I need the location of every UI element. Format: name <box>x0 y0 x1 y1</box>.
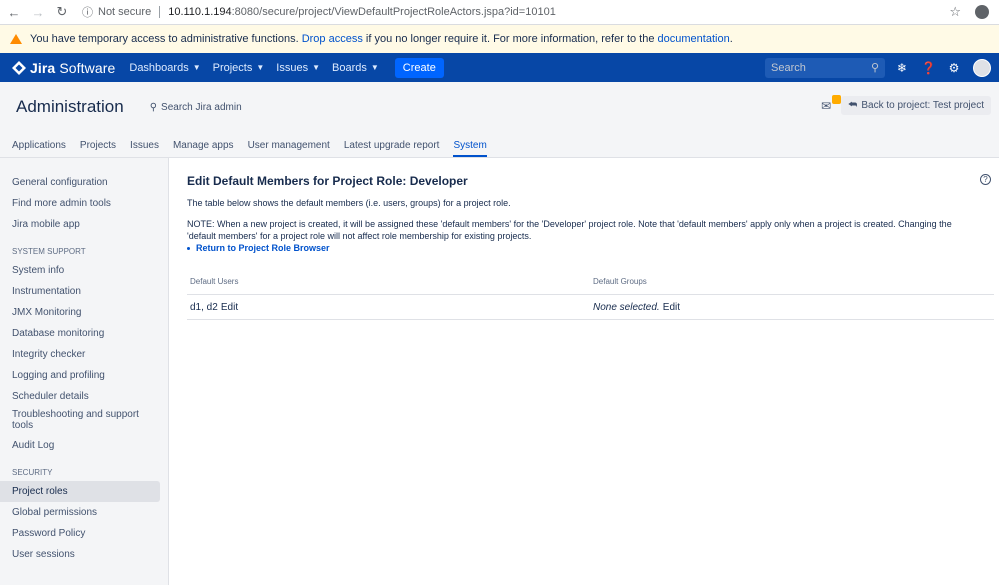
sidebar-item-troubleshooting[interactable]: Troubleshooting and support tools <box>0 407 160 435</box>
nav-projects[interactable]: Projects ▼ <box>213 62 265 74</box>
tab-manage-apps[interactable]: Manage apps <box>173 140 234 157</box>
sidebar-item-find-more-admin-tools[interactable]: Find more admin tools <box>0 193 160 214</box>
chevron-down-icon: ▼ <box>312 63 321 72</box>
sidebar-item-global-permissions[interactable]: Global permissions <box>0 502 160 523</box>
browser-profile-icon[interactable] <box>975 5 989 19</box>
default-groups-value: None selected. <box>593 302 660 313</box>
sidebar-item-system-info[interactable]: System info <box>0 260 160 281</box>
banner-text-middle: if you no longer require it. For more in… <box>365 33 655 45</box>
search-input[interactable]: Search ⚲ <box>765 57 885 78</box>
back-arrow-icon[interactable]: ← <box>6 4 22 20</box>
back-to-project-button[interactable]: ⮪ Back to project: Test project <box>841 96 991 115</box>
warning-icon <box>10 34 22 44</box>
sidebar-item-integrity-checker[interactable]: Integrity checker <box>0 344 160 365</box>
search-icon: ⚲ <box>149 101 158 113</box>
browser-toolbar: ← → ↻ ⓘ Not secure 10.110.1.194:8080/sec… <box>0 0 999 25</box>
search-icon: ⚲ <box>870 62 879 74</box>
sidebar-item-logging-and-profiling[interactable]: Logging and profiling <box>0 365 160 386</box>
tab-system[interactable]: System <box>453 140 487 157</box>
not-secure-label: Not secure <box>98 6 152 18</box>
chevron-down-icon: ▼ <box>370 63 379 72</box>
sidebar-item-project-roles[interactable]: Project roles <box>0 481 160 502</box>
sidebar-item-general-configuration[interactable]: General configuration <box>0 172 160 193</box>
table-row: d1, d2 Edit None selected. Edit <box>187 295 994 320</box>
chevron-down-icon: ▼ <box>256 63 265 72</box>
col-default-groups: Default Groups <box>593 277 647 286</box>
tab-applications[interactable]: Applications <box>12 140 66 157</box>
jira-logo-icon <box>12 60 26 75</box>
bookmark-star-icon[interactable]: ☆ <box>949 4 961 20</box>
drop-access-link[interactable]: Drop access <box>302 33 363 45</box>
documentation-link[interactable]: documentation <box>658 33 730 45</box>
nav-issues[interactable]: Issues ▼ <box>276 62 320 74</box>
create-button[interactable]: Create <box>394 57 444 78</box>
sidebar-item-audit-log[interactable]: Audit Log <box>0 435 160 456</box>
info-icon[interactable]: ⓘ <box>82 4 93 20</box>
admin-header: Administration ⚲ Search Jira admin ✉ ⮪ Ba… <box>0 82 999 132</box>
help-icon[interactable]: ❓ <box>921 61 936 75</box>
admin-search[interactable]: ⚲ Search Jira admin <box>150 102 242 113</box>
top-navigation: Jira Software Dashboards ▼ Projects ▼ Issu… <box>0 53 999 82</box>
role-heading: Edit Default Members for Project Role: D… <box>187 174 468 188</box>
edit-users-link[interactable]: Edit <box>221 302 238 313</box>
sidebar-item-database-monitoring[interactable]: Database monitoring <box>0 323 160 344</box>
logo-suffix: Software <box>59 59 116 76</box>
banner-text-after: . <box>729 33 733 45</box>
main-content: Edit Default Members for Project Role: D… <box>169 158 999 585</box>
nav-boards-label: Boards <box>332 61 367 74</box>
tab-issues[interactable]: Issues <box>130 140 159 157</box>
edit-groups-link[interactable]: Edit <box>663 302 680 313</box>
tab-latest-upgrade-report[interactable]: Latest upgrade report <box>344 140 440 157</box>
sidebar-item-jmx-monitoring[interactable]: JMX Monitoring <box>0 302 160 323</box>
back-arrow-icon: ⮪ <box>848 100 858 111</box>
gear-icon[interactable]: ⚙ <box>947 61 961 75</box>
return-to-role-browser-link[interactable]: Return to Project Role Browser <box>187 243 995 253</box>
chevron-down-icon: ▼ <box>192 63 201 72</box>
nav-projects-label: Projects <box>212 61 253 74</box>
sidebar-item-password-policy[interactable]: Password Policy <box>0 523 160 544</box>
default-users-value: d1, d2 <box>190 302 218 313</box>
help-icon[interactable]: ? <box>980 174 991 185</box>
admin-sidebar: General configuration Find more admin to… <box>0 158 169 585</box>
tab-projects[interactable]: Projects <box>80 140 116 157</box>
tab-user-management[interactable]: User management <box>248 140 330 157</box>
default-members-table: Default Users Default Groups d1, d2 Edit… <box>187 275 994 320</box>
logo-product: Jira <box>30 59 56 76</box>
admin-access-banner: You have temporary access to administrat… <box>0 25 999 53</box>
address-bar[interactable]: ⓘ Not secure 10.110.1.194:8080/secure/pr… <box>82 2 949 22</box>
jira-logo[interactable]: Jira Software <box>12 60 115 76</box>
sidebar-heading-system-support: SYSTEM SUPPORT <box>12 247 86 256</box>
sidebar-item-user-sessions[interactable]: User sessions <box>0 544 160 565</box>
search-placeholder: Search <box>771 61 806 74</box>
page-title: Administration <box>16 97 124 116</box>
forward-arrow-icon[interactable]: → <box>30 4 46 20</box>
back-to-project-label: Back to project: Test project <box>861 100 984 111</box>
url-host: 10.110.1.194 <box>168 6 232 18</box>
sidebar-item-instrumentation[interactable]: Instrumentation <box>0 281 160 302</box>
nav-issues-label: Issues <box>276 61 309 74</box>
reload-icon[interactable]: ↻ <box>54 4 70 20</box>
nav-dashboards-label: Dashboards <box>129 61 189 74</box>
avatar[interactable] <box>973 58 991 77</box>
sidebar-item-scheduler-details[interactable]: Scheduler details <box>0 386 160 407</box>
role-note: NOTE: When a new project is created, it … <box>187 219 952 241</box>
sidebar-item-jira-mobile-app[interactable]: Jira mobile app <box>0 214 160 235</box>
address-separator <box>159 6 161 18</box>
nav-boards[interactable]: Boards ▼ <box>332 62 379 74</box>
nav-dashboards[interactable]: Dashboards ▼ <box>129 62 200 74</box>
role-description: The table below shows the default member… <box>187 198 511 208</box>
sidebar-heading-security: SECURITY <box>12 468 53 477</box>
col-default-users: Default Users <box>190 277 239 286</box>
admin-search-label: Search Jira admin <box>161 101 242 113</box>
table-header: Default Users Default Groups <box>187 275 994 295</box>
return-link-label: Return to Project Role Browser <box>196 243 330 253</box>
url-path: :8080/secure/project/ViewDefaultProjectR… <box>231 6 556 18</box>
feedback-icon[interactable]: ✉ <box>821 94 842 113</box>
bullet-icon <box>187 246 190 250</box>
megaphone-icon[interactable]: ❄ <box>895 61 909 75</box>
banner-text-before: You have temporary access to administrat… <box>30 33 299 45</box>
admin-tabs: Applications Projects Issues Manage apps… <box>0 132 999 158</box>
notification-badge <box>832 94 842 104</box>
